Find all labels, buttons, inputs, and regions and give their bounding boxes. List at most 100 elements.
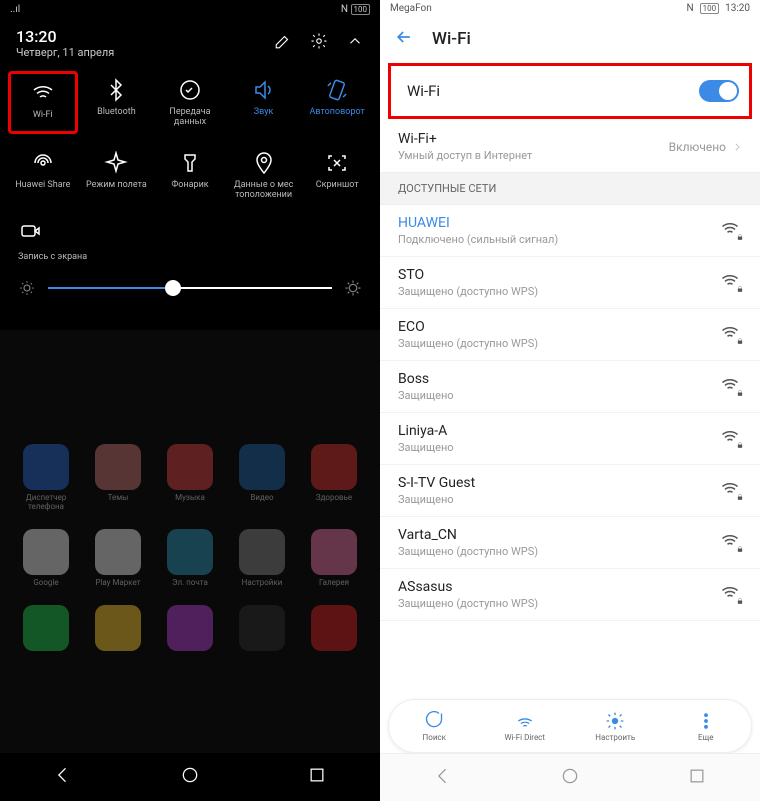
network-row[interactable]: HUAWEI Подключено (сильный сигнал) (380, 205, 760, 257)
tile-airplane[interactable]: Режим полета (82, 144, 152, 207)
app-icon[interactable]: Видео (226, 444, 298, 511)
slider-thumb[interactable] (165, 280, 181, 296)
tile-label: Huawei Share (15, 180, 70, 190)
wifi-plus-value: Включено (669, 140, 726, 154)
carrier: MegaFon (390, 3, 432, 14)
nav-home[interactable] (560, 766, 580, 790)
header-actions (274, 32, 364, 54)
tile-rotate[interactable]: Автоповорот (302, 71, 372, 134)
wifi-signal-icon (720, 271, 742, 295)
settings-icon[interactable] (310, 32, 328, 54)
wifi-plus-row[interactable]: Wi-Fi+ Умный доступ в Интернет Включено (380, 121, 760, 172)
tile-sound[interactable]: Звук (229, 71, 299, 134)
brightness-slider[interactable] (0, 273, 380, 309)
app-icon[interactable]: Диспетчер телефона (10, 444, 82, 511)
app-icon[interactable]: Play Маркет (82, 529, 154, 587)
home-apps: Диспетчер телефонаТемыМузыкаВидеоЗдоровь… (0, 444, 380, 654)
collapse-icon[interactable] (346, 32, 364, 54)
record-icon (18, 218, 44, 244)
action-label: Wi-Fi Direct (505, 733, 545, 742)
app-icon[interactable]: Музыка (154, 444, 226, 511)
action-label: Настроить (595, 733, 635, 742)
app-icon[interactable] (298, 605, 370, 654)
network-row[interactable]: ECO Защищено (доступно WPS) (380, 309, 760, 361)
clock-block: 13:20 Четверг, 11 апреля (16, 27, 114, 59)
tile-share[interactable]: Huawei Share (8, 144, 78, 207)
network-name: STO (398, 267, 538, 283)
action-more[interactable]: Еще (661, 700, 752, 752)
wifi-switch[interactable] (699, 80, 739, 102)
share-icon (30, 150, 56, 176)
action-scan[interactable]: Поиск (389, 700, 480, 752)
time: 13:20 (16, 27, 114, 46)
nav-back[interactable] (433, 766, 453, 790)
network-row[interactable]: STO Защищено (доступно WPS) (380, 257, 760, 309)
network-status: Защищено (доступно WPS) (398, 337, 538, 350)
network-status: Защищено (доступно WPS) (398, 545, 538, 558)
wifi-signal-icon (720, 531, 742, 555)
bottom-action-bar: Поиск Wi-Fi Direct Настроить Еще (388, 699, 752, 753)
network-row[interactable]: ASsasus Защищено (доступно WPS) (380, 569, 760, 621)
network-name: Varta_CN (398, 527, 538, 543)
nav-recent[interactable] (687, 766, 707, 790)
tile-label: Автоповорот (310, 107, 365, 117)
tile-bluetooth[interactable]: Bluetooth (82, 71, 152, 134)
wifi-signal-icon (720, 427, 742, 451)
back-button[interactable] (394, 27, 414, 51)
network-row[interactable]: Varta_CN Защищено (доступно WPS) (380, 517, 760, 569)
network-name: Boss (398, 371, 454, 387)
app-icon[interactable] (82, 605, 154, 654)
available-networks-header: ДОСТУПНЫЕ СЕТИ (380, 172, 760, 205)
network-list: HUAWEI Подключено (сильный сигнал) STO З… (380, 205, 760, 621)
slider-track[interactable] (48, 287, 332, 289)
app-icon[interactable]: Настройки (226, 529, 298, 587)
app-icon[interactable] (10, 605, 82, 654)
action-label: Поиск (423, 733, 446, 742)
tile-flashlight[interactable]: Фонарик (155, 144, 225, 207)
nav-recent[interactable] (307, 765, 327, 789)
action-direct[interactable]: Wi-Fi Direct (480, 700, 571, 752)
tile-record[interactable]: Запись с экрана (0, 214, 380, 272)
status-right: N 100 (341, 4, 370, 15)
app-icon[interactable]: Google (10, 529, 82, 587)
network-row[interactable]: Boss Защищено (380, 361, 760, 413)
tile-location[interactable]: Данные о мес тоположении (229, 144, 299, 207)
app-icon[interactable]: Темы (82, 444, 154, 511)
tile-label: Скриншот (316, 180, 359, 190)
network-name: HUAWEI (398, 215, 558, 231)
tile-label: Wi-Fi (33, 110, 53, 120)
nfc-icon: N (341, 4, 348, 15)
brightness-low-icon (18, 279, 36, 297)
nav-home[interactable] (180, 765, 200, 789)
tile-data[interactable]: Передача данных (155, 71, 225, 134)
app-icon[interactable] (226, 605, 298, 654)
tile-label: Передача данных (157, 107, 223, 128)
network-row[interactable]: Liniya-A Защищено (380, 413, 760, 465)
wifi-plus-sub: Умный доступ в Интернет (398, 149, 532, 162)
network-name: ECO (398, 319, 538, 335)
app-icon[interactable]: Галерея (298, 529, 370, 587)
edit-icon[interactable] (274, 32, 292, 54)
wifi-settings-screen: MegaFon N 100 13:20 Wi-Fi Wi-Fi Wi-Fi+ У… (380, 0, 760, 801)
navbar (0, 753, 380, 801)
app-icon[interactable]: Эл. почта (154, 529, 226, 587)
wifi-toggle-label: Wi-Fi (407, 82, 440, 100)
action-label: Еще (698, 733, 713, 742)
sound-icon (251, 77, 277, 103)
nfc-icon: N (686, 3, 693, 14)
tile-screenshot[interactable]: Скриншот (302, 144, 372, 207)
network-status: Защищено (398, 441, 454, 454)
network-row[interactable]: S-I-TV Guest Защищено (380, 465, 760, 517)
bluetooth-icon (103, 77, 129, 103)
nav-back[interactable] (53, 765, 73, 789)
wifi-toggle-row[interactable]: Wi-Fi (388, 63, 752, 119)
app-icon[interactable]: Здоровье (298, 444, 370, 511)
app-icon[interactable] (154, 605, 226, 654)
network-name: S-I-TV Guest (398, 475, 475, 491)
action-configure[interactable]: Настроить (570, 700, 661, 752)
qs-header: 13:20 Четверг, 11 апреля (0, 19, 380, 63)
network-name: Liniya-A (398, 423, 454, 439)
signal-indicator: ..ıl (10, 4, 20, 15)
tile-wifi[interactable]: Wi-Fi (8, 71, 78, 134)
appbar: Wi-Fi (380, 17, 760, 61)
